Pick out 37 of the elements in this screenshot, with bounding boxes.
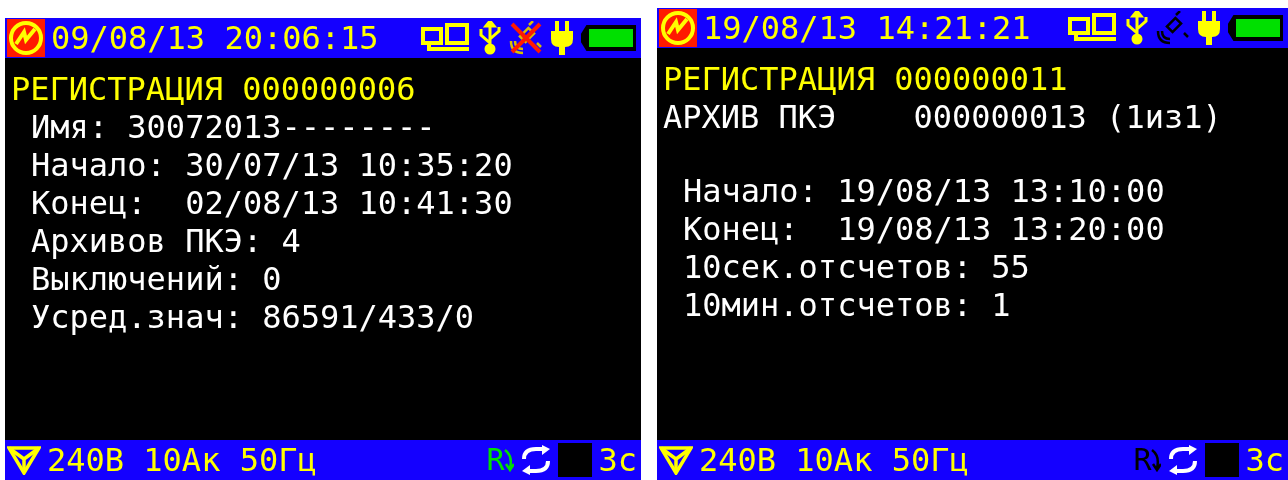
interval-label: 3с xyxy=(598,444,637,476)
wye-triangle-icon xyxy=(7,445,41,475)
measurement-readings: 240В 10Ак 50Гц xyxy=(47,444,317,476)
registration-title: РЕГИСТРАЦИЯ 000000011 xyxy=(663,60,1069,98)
usb-icon xyxy=(477,21,503,55)
info-line: Конец: 19/08/13 13:20:00 xyxy=(682,210,1166,248)
info-line: Конец: 02/08/13 10:41:30 xyxy=(30,184,514,222)
logo-icon xyxy=(7,19,45,57)
plug-icon xyxy=(1196,11,1222,45)
info-line: Начало: 30/07/13 10:35:20 xyxy=(30,146,514,184)
info-line: Имя: 30072013-------- xyxy=(30,108,437,146)
plug-icon xyxy=(549,21,575,55)
usb-icon xyxy=(1124,11,1150,45)
logo-icon xyxy=(659,9,697,47)
archive-line: АРХИВ ПКЭ 000000013 (1из1) xyxy=(663,98,1223,136)
record-indicator: R xyxy=(1133,445,1162,475)
info-line: Усред.знач: 86591/433/0 xyxy=(30,298,476,336)
computer-icon xyxy=(1068,13,1118,43)
info-line: Архивов ПКЭ: 4 xyxy=(30,222,302,260)
computer-icon xyxy=(421,23,471,53)
wye-triangle-icon xyxy=(659,445,693,475)
info-line: Выключений: 0 xyxy=(30,260,283,298)
refresh-icon xyxy=(1167,445,1200,475)
battery-icon xyxy=(1228,14,1284,42)
info-line: 10мин.отсчетов: 1 xyxy=(682,286,1012,324)
date-time: 19/08/13 14:21:21 xyxy=(703,12,1031,44)
info-line: Начало: 19/08/13 13:10:00 xyxy=(682,172,1166,210)
battery-icon xyxy=(581,24,637,52)
registration-title: РЕГИСТРАЦИЯ 000000006 xyxy=(11,70,417,108)
refresh-icon xyxy=(520,445,553,475)
record-indicator: R xyxy=(486,445,515,475)
measurement-readings: 240В 10Ак 50Гц xyxy=(699,444,969,476)
indicator-block xyxy=(1205,443,1240,477)
interval-label: 3с xyxy=(1245,444,1284,476)
date-time: 09/08/13 20:06:15 xyxy=(51,22,379,54)
indicator-block xyxy=(558,443,593,477)
info-line: 10сек.отсчетов: 55 xyxy=(682,248,1031,286)
